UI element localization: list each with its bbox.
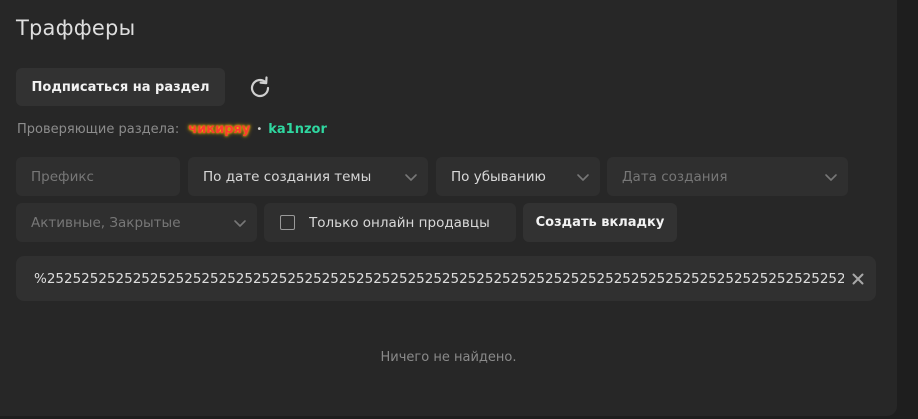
order-select[interactable]: По убыванию [436, 157, 600, 196]
online-sellers-checkbox[interactable] [280, 215, 295, 230]
threads-panel: Трафферы Подписаться на раздел Проверяющ… [0, 0, 897, 416]
moderator-separator: • [256, 124, 263, 135]
creation-date-select[interactable]: Дата создания [607, 157, 848, 196]
empty-results-message: Ничего не найдено. [380, 350, 517, 365]
online-sellers-toggle[interactable]: Только онлайн продавцы [264, 203, 516, 242]
subscribe-button[interactable]: Подписаться на раздел [16, 68, 225, 106]
chevron-down-icon [825, 173, 837, 181]
search-bar[interactable]: %252525252525252525252525252525252525252… [16, 256, 876, 301]
chevron-down-icon [405, 173, 417, 181]
creation-date-placeholder: Дата создания [622, 168, 728, 185]
refresh-icon[interactable] [246, 74, 274, 102]
prefix-placeholder: Префикс [31, 168, 94, 185]
page-title: Трафферы [16, 16, 136, 40]
sort-by-select[interactable]: По дате создания темы [188, 157, 428, 196]
moderators-label: Проверяющие раздела: [17, 122, 180, 137]
order-value: По убыванию [451, 168, 546, 185]
chevron-down-icon [234, 219, 246, 227]
online-sellers-label: Только онлайн продавцы [309, 214, 490, 231]
sort-by-value: По дате создания темы [203, 168, 372, 185]
close-icon[interactable] [852, 273, 864, 285]
search-input[interactable]: %252525252525252525252525252525252525252… [34, 271, 844, 287]
chevron-down-icon [577, 173, 589, 181]
status-select[interactable]: Активные, Закрытые [16, 203, 257, 242]
moderator-link[interactable]: ka1nzor [268, 122, 327, 137]
section-moderators: Проверяющие раздела: чикиряу • ka1nzor [17, 122, 327, 137]
moderator-link[interactable]: чикиряу [188, 122, 250, 137]
status-value: Активные, Закрытые [31, 214, 181, 231]
create-tab-button[interactable]: Создать вкладку [523, 203, 677, 242]
prefix-select[interactable]: Префикс [16, 157, 180, 196]
